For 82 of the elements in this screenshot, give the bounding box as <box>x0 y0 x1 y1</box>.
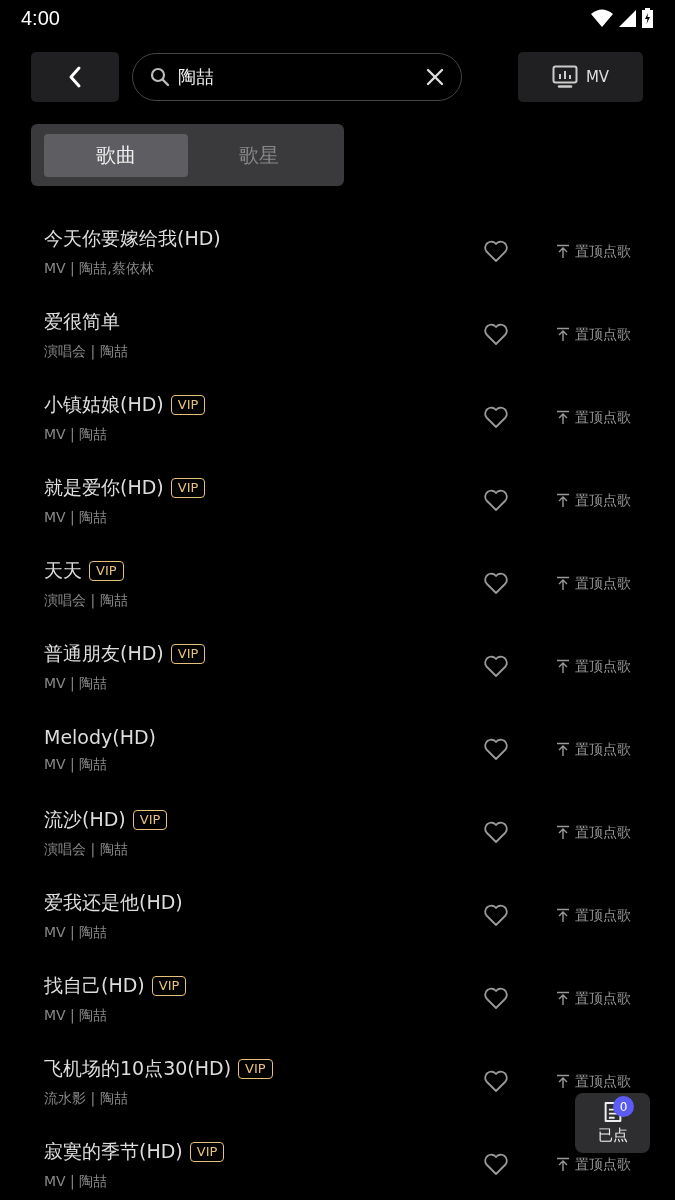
song-title[interactable]: 就是爱你(HD) <box>44 474 164 501</box>
arrow-up-icon <box>556 908 570 923</box>
pin-to-top-button[interactable]: 置顶点歌 <box>556 906 631 925</box>
song-subtitle: 演唱会 | 陶喆 <box>44 342 128 361</box>
heart-icon[interactable] <box>483 738 509 761</box>
song-title[interactable]: 今天你要嫁给我(HD) <box>44 225 221 252</box>
pin-to-top-button[interactable]: 置顶点歌 <box>556 491 631 510</box>
pin-to-top-button[interactable]: 置顶点歌 <box>556 1155 631 1174</box>
heart-icon[interactable] <box>483 572 509 595</box>
pin-to-top-button[interactable]: 置顶点歌 <box>556 989 631 1008</box>
song-subtitle: MV | 陶喆 <box>44 1172 108 1191</box>
song-title[interactable]: 流沙(HD) <box>44 806 126 833</box>
song-subtitle: 演唱会 | 陶喆 <box>44 591 128 610</box>
pin-to-top-button[interactable]: 置顶点歌 <box>556 1072 631 1091</box>
monitor-icon <box>551 65 578 89</box>
search-icon <box>150 67 170 87</box>
vip-badge: VIP <box>170 394 206 415</box>
heart-icon[interactable] <box>483 1070 509 1093</box>
vip-badge: VIP <box>238 1058 273 1079</box>
vip-badge: VIP <box>189 1141 225 1162</box>
song-subtitle: 流水影 | 陶喆 <box>44 1089 128 1108</box>
vip-badge: VIP <box>132 809 168 830</box>
wifi-icon <box>591 9 613 27</box>
song-subtitle: MV | 陶喆 <box>44 1006 108 1025</box>
back-button[interactable] <box>31 52 119 102</box>
song-title[interactable]: 爱很简单 <box>44 308 120 335</box>
heart-icon[interactable] <box>483 489 509 512</box>
pin-to-top-button[interactable]: 置顶点歌 <box>556 574 631 593</box>
pin-to-top-button[interactable]: 置顶点歌 <box>556 740 631 759</box>
battery-icon <box>642 8 653 28</box>
clear-icon[interactable] <box>426 68 444 86</box>
heart-icon[interactable] <box>483 1153 509 1176</box>
count-badge: 0 <box>613 1096 634 1117</box>
mv-button[interactable]: MV <box>518 52 643 102</box>
heart-icon[interactable] <box>483 240 509 263</box>
song-subtitle: MV | 陶喆 <box>44 755 108 774</box>
arrow-up-icon <box>556 327 570 342</box>
song-subtitle: MV | 陶喆 <box>44 425 108 444</box>
vip-badge: VIP <box>89 560 124 581</box>
vip-badge: VIP <box>151 975 187 996</box>
arrow-up-icon <box>556 742 570 757</box>
heart-icon[interactable] <box>483 655 509 678</box>
queue-button[interactable]: 已点 0 <box>575 1093 650 1153</box>
song-subtitle: MV | 陶喆 <box>44 674 108 693</box>
arrow-up-icon <box>556 991 570 1006</box>
arrow-up-icon <box>556 576 570 591</box>
heart-icon[interactable] <box>483 821 509 844</box>
document-icon <box>603 1101 622 1123</box>
song-title[interactable]: Melody(HD) <box>44 725 157 748</box>
pin-to-top-button[interactable]: 置顶点歌 <box>556 242 631 261</box>
heart-icon[interactable] <box>483 987 509 1010</box>
song-subtitle: MV | 陶喆 <box>44 508 108 527</box>
arrow-up-icon <box>556 244 570 259</box>
song-title[interactable]: 天天 <box>44 557 82 584</box>
status-time: 4:00 <box>21 6 60 30</box>
song-subtitle: 演唱会 | 陶喆 <box>44 840 128 859</box>
arrow-up-icon <box>556 659 570 674</box>
song-title[interactable]: 飞机场的10点30(HD) <box>44 1055 232 1082</box>
pin-to-top-button[interactable]: 置顶点歌 <box>556 408 631 427</box>
song-title[interactable]: 小镇姑娘(HD) <box>44 391 164 418</box>
vip-badge: VIP <box>170 643 206 664</box>
vip-badge: VIP <box>170 477 206 498</box>
arrow-up-icon <box>556 1157 570 1172</box>
song-title[interactable]: 普通朋友(HD) <box>44 640 164 667</box>
pin-to-top-button[interactable]: 置顶点歌 <box>556 657 631 676</box>
arrow-up-icon <box>556 1074 570 1089</box>
song-title[interactable]: 寂寞的季节(HD) <box>44 1138 183 1165</box>
song-subtitle: MV | 陶喆 <box>44 923 108 942</box>
song-title[interactable]: 找自己(HD) <box>44 972 145 999</box>
tab[interactable]: 歌曲 <box>44 133 188 177</box>
arrow-up-icon <box>556 493 570 508</box>
song-subtitle: MV | 陶喆,蔡依林 <box>44 259 154 278</box>
pin-to-top-button[interactable]: 置顶点歌 <box>556 325 631 344</box>
arrow-up-icon <box>556 410 570 425</box>
song-title[interactable]: 爱我还是他(HD) <box>44 889 183 916</box>
heart-icon[interactable] <box>483 904 509 927</box>
pin-to-top-button[interactable]: 置顶点歌 <box>556 823 631 842</box>
signal-icon <box>619 9 636 27</box>
back-icon <box>67 65 83 89</box>
arrow-up-icon <box>556 825 570 840</box>
heart-icon[interactable] <box>483 406 509 429</box>
heart-icon[interactable] <box>483 323 509 346</box>
